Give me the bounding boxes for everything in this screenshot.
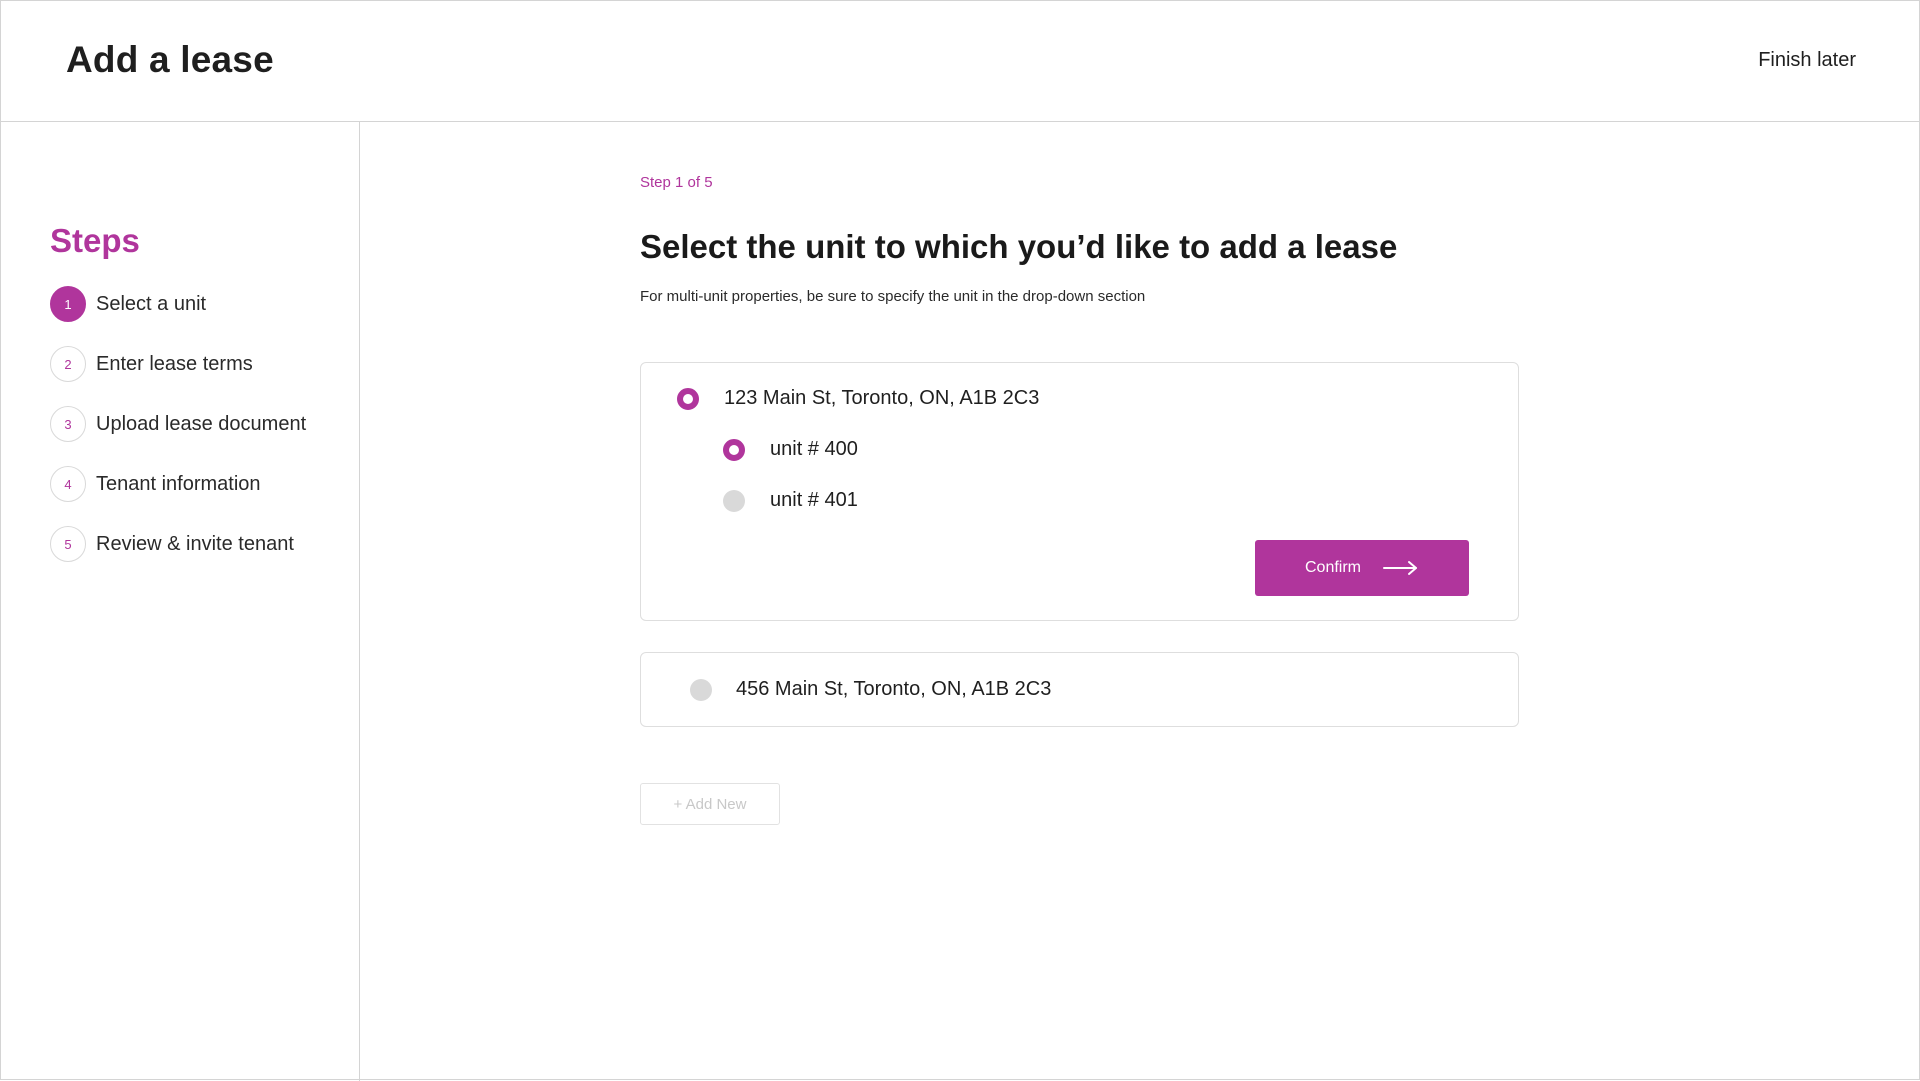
finish-later-link[interactable]: Finish later	[1758, 49, 1856, 72]
step-label: Review & invite tenant	[96, 532, 294, 555]
step-number-badge: 1	[50, 286, 86, 322]
property-card-456-main[interactable]: 456 Main St, Toronto, ON, A1B 2C3	[640, 652, 1519, 727]
page-header: Add a lease Finish later	[1, 1, 1920, 122]
step-label: Upload lease document	[96, 412, 307, 435]
page-title: Add a lease	[66, 39, 274, 80]
app-frame: Add a lease Finish later Steps 1 Select …	[0, 0, 1920, 1081]
confirm-button[interactable]: Confirm	[1255, 540, 1469, 596]
step-number-badge: 3	[50, 406, 86, 442]
main-subtext: For multi-unit properties, be sure to sp…	[640, 288, 1146, 305]
steps-sidebar: Steps 1 Select a unit 2 Enter lease term…	[1, 122, 360, 1081]
step-number-badge: 5	[50, 526, 86, 562]
unit-label-401: unit # 401	[770, 489, 858, 511]
property-address-label: 456 Main St, Toronto, ON, A1B 2C3	[736, 678, 1052, 700]
step-label: Select a unit	[96, 292, 207, 315]
property-radio-123-main[interactable]	[677, 388, 699, 410]
unit-label-400: unit # 400	[770, 438, 858, 460]
step-item-upload-lease-document[interactable]: 3 Upload lease document	[50, 406, 306, 442]
main-heading: Select the unit to which you’d like to a…	[640, 228, 1398, 265]
property-card-123-main: 123 Main St, Toronto, ON, A1B 2C3 unit #…	[640, 362, 1519, 621]
property-address-label: 123 Main St, Toronto, ON, A1B 2C3	[724, 387, 1040, 409]
confirm-button-label: Confirm	[1304, 559, 1361, 576]
property-radio-456-main[interactable]	[690, 679, 712, 701]
unit-radio-400[interactable]	[723, 439, 745, 461]
step-item-select-unit[interactable]: 1 Select a unit	[50, 286, 306, 322]
arrow-right-icon	[1383, 560, 1419, 576]
step-item-enter-lease-terms[interactable]: 2 Enter lease terms	[50, 346, 306, 382]
step-label: Tenant information	[96, 472, 261, 495]
step-label: Enter lease terms	[96, 352, 253, 375]
step-number-badge: 2	[50, 346, 86, 382]
add-new-button[interactable]: + Add New	[640, 783, 780, 825]
step-item-review-invite-tenant[interactable]: 5 Review & invite tenant	[50, 526, 306, 562]
step-number-badge: 4	[50, 466, 86, 502]
steps-title: Steps	[50, 222, 140, 259]
step-item-tenant-information[interactable]: 4 Tenant information	[50, 466, 306, 502]
step-indicator: Step 1 of 5	[640, 174, 713, 191]
unit-radio-401[interactable]	[723, 490, 745, 512]
step-list: 1 Select a unit 2 Enter lease terms 3 Up…	[50, 286, 306, 586]
